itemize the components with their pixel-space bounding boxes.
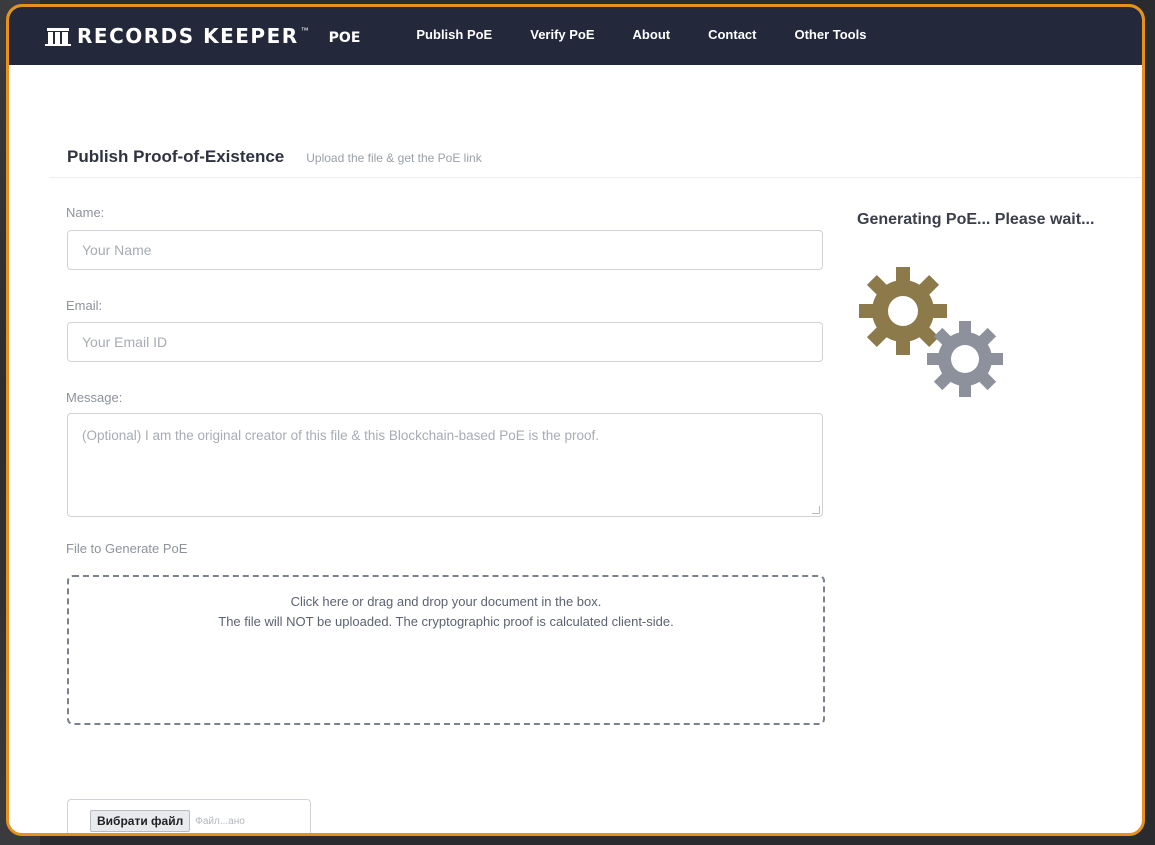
name-label: Name: xyxy=(66,205,105,220)
nav-verify-poe[interactable]: Verify PoE xyxy=(530,27,594,42)
logo-icon xyxy=(45,28,71,46)
generating-status: Generating PoE... Please wait... xyxy=(857,211,1095,228)
file-label: File to Generate PoE xyxy=(66,541,188,556)
brand-sub: POE xyxy=(328,30,361,46)
name-placeholder: Your Name xyxy=(82,242,152,258)
file-chooser: Вибрати файл Файл...ано xyxy=(67,799,311,833)
nav-links: Publish PoE Verify PoE About Contact Oth… xyxy=(416,27,904,44)
email-placeholder: Your Email ID xyxy=(82,334,168,350)
textarea-resize-handle[interactable] xyxy=(812,506,820,514)
email-label: Email: xyxy=(66,298,103,313)
message-textarea[interactable]: (Optional) I am the original creator of … xyxy=(67,413,823,517)
dropzone-note: The file will NOT be uploaded. The crypt… xyxy=(218,614,674,629)
top-navbar: RECORDS KEEPER ™ POE Publish PoE Verify … xyxy=(9,7,1142,65)
choose-file-button[interactable]: Вибрати файл xyxy=(90,810,191,832)
nav-about[interactable]: About xyxy=(633,27,671,42)
message-label: Message: xyxy=(66,390,123,405)
file-dropzone[interactable]: Click here or drag and drop your documen… xyxy=(67,575,825,725)
gear-large-icon xyxy=(859,267,947,355)
gear-small-icon xyxy=(927,321,1003,397)
brand-trademark: ™ xyxy=(300,25,309,35)
nav-contact[interactable]: Contact xyxy=(708,27,756,42)
message-placeholder: (Optional) I am the original creator of … xyxy=(82,428,600,443)
brand-logo[interactable]: RECORDS KEEPER ™ POE xyxy=(45,24,360,48)
page-title: Publish Proof-of-Existence xyxy=(67,147,285,166)
email-input[interactable]: Your Email ID xyxy=(67,322,823,362)
gears-spinner xyxy=(859,267,1003,397)
nav-other-tools[interactable]: Other Tools xyxy=(794,27,866,42)
main-content: Publish Proof-of-Existence Upload the fi… xyxy=(9,65,1142,833)
browser-frame: RECORDS KEEPER ™ POE Publish PoE Verify … xyxy=(6,4,1145,836)
brand-name: RECORDS KEEPER xyxy=(77,24,299,48)
heading-divider xyxy=(49,177,1142,178)
file-status: Файл...ано xyxy=(195,815,245,827)
dropzone-instruction: Click here or drag and drop your documen… xyxy=(290,594,602,609)
name-input[interactable]: Your Name xyxy=(67,230,823,270)
page-heading: Publish Proof-of-Existence Upload the fi… xyxy=(67,147,482,167)
page-subtitle: Upload the file & get the PoE link xyxy=(306,151,482,165)
nav-publish-poe[interactable]: Publish PoE xyxy=(416,27,492,42)
